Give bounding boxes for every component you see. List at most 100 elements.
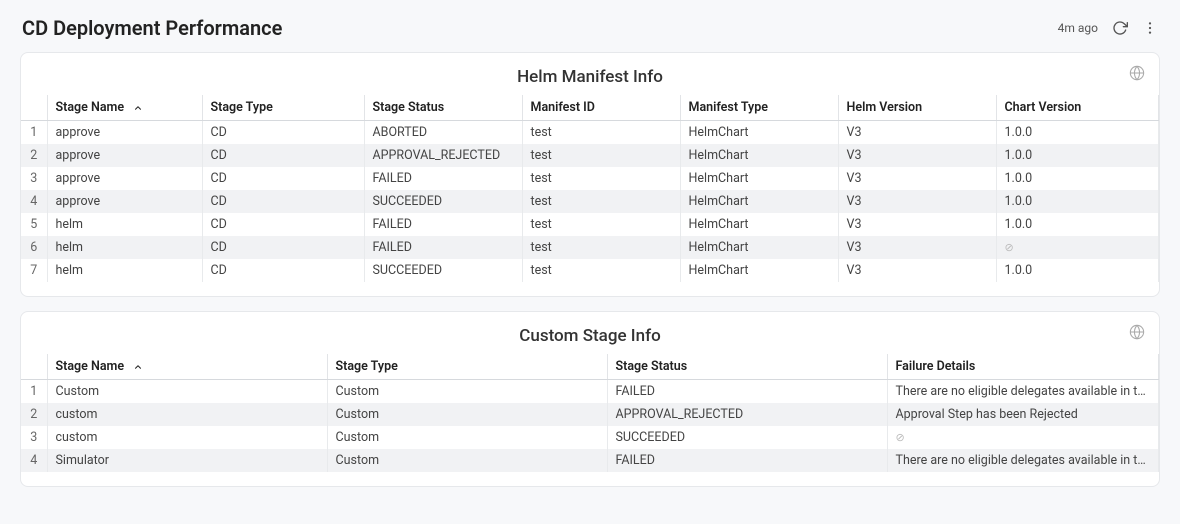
table-cell: FAILED <box>364 236 522 259</box>
table-cell: Custom <box>327 380 607 404</box>
table-cell: V3 <box>838 190 996 213</box>
table-cell: ⊘ <box>996 236 1159 259</box>
table-cell: Approval Step has been Rejected <box>887 403 1159 426</box>
table-cell: HelmChart <box>680 167 838 190</box>
column-chart-version[interactable]: Chart Version <box>996 95 1159 121</box>
table-cell: Custom <box>327 403 607 426</box>
table-cell: test <box>522 190 680 213</box>
table-row[interactable]: 1CustomCustomFAILEDThere are no eligible… <box>21 380 1159 404</box>
table-cell: Custom <box>327 449 607 472</box>
table-cell: HelmChart <box>680 121 838 145</box>
table-cell: V3 <box>838 144 996 167</box>
table-cell: approve <box>47 190 202 213</box>
refresh-icon[interactable] <box>1112 20 1128 36</box>
helm-table: Stage Name Stage Type Stage Status Manif… <box>21 95 1159 282</box>
table-cell: V3 <box>838 236 996 259</box>
table-cell: 1.0.0 <box>996 259 1159 282</box>
table-cell: FAILED <box>607 380 887 404</box>
custom-table: Stage Name Stage Type Stage Status Failu… <box>21 354 1159 472</box>
table-cell: test <box>522 213 680 236</box>
column-rownum[interactable] <box>21 354 47 380</box>
table-cell: FAILED <box>364 167 522 190</box>
table-cell: SUCCEEDED <box>607 426 887 449</box>
column-failure-details[interactable]: Failure Details <box>887 354 1159 380</box>
table-cell: 2 <box>21 144 47 167</box>
table-row[interactable]: 6helmCDFAILEDtestHelmChartV3⊘ <box>21 236 1159 259</box>
timestamp: 4m ago <box>1058 21 1098 35</box>
sort-asc-icon <box>133 103 143 113</box>
table-cell: V3 <box>838 213 996 236</box>
table-cell: test <box>522 259 680 282</box>
table-row[interactable]: 4approveCDSUCCEEDEDtestHelmChartV31.0.0 <box>21 190 1159 213</box>
table-cell: Custom <box>47 380 327 404</box>
table-cell: SUCCEEDED <box>364 259 522 282</box>
table-row[interactable]: 2approveCDAPPROVAL_REJECTEDtestHelmChart… <box>21 144 1159 167</box>
table-row[interactable]: 3approveCDFAILEDtestHelmChartV31.0.0 <box>21 167 1159 190</box>
table-cell: CD <box>202 213 364 236</box>
table-cell: APPROVAL_REJECTED <box>364 144 522 167</box>
column-helm-version[interactable]: Helm Version <box>838 95 996 121</box>
table-cell: test <box>522 167 680 190</box>
table-cell: ABORTED <box>364 121 522 145</box>
column-stage-status[interactable]: Stage Status <box>364 95 522 121</box>
table-cell: HelmChart <box>680 236 838 259</box>
globe-icon[interactable] <box>1129 324 1145 340</box>
table-cell: CD <box>202 190 364 213</box>
table-row[interactable]: 5helmCDFAILEDtestHelmChartV31.0.0 <box>21 213 1159 236</box>
table-cell: APPROVAL_REJECTED <box>607 403 887 426</box>
table-cell: HelmChart <box>680 190 838 213</box>
table-row[interactable]: 3customCustomSUCCEEDED⊘ <box>21 426 1159 449</box>
table-row[interactable]: 4SimulatorCustomFAILEDThere are no eligi… <box>21 449 1159 472</box>
column-stage-status[interactable]: Stage Status <box>607 354 887 380</box>
column-manifest-id[interactable]: Manifest ID <box>522 95 680 121</box>
panel-title: Helm Manifest Info <box>517 67 663 87</box>
table-cell: CD <box>202 236 364 259</box>
table-cell: Simulator <box>47 449 327 472</box>
panel-helm-manifest-info: Helm Manifest Info Stage Name Stage Type… <box>20 52 1160 297</box>
column-stage-name[interactable]: Stage Name <box>47 95 202 121</box>
table-cell: helm <box>47 259 202 282</box>
table-cell: CD <box>202 259 364 282</box>
table-cell: There are no eligible delegates availabl… <box>887 449 1159 472</box>
column-rownum[interactable] <box>21 95 47 121</box>
table-row[interactable]: 2customCustomAPPROVAL_REJECTEDApproval S… <box>21 403 1159 426</box>
globe-icon[interactable] <box>1129 65 1145 81</box>
table-cell: CD <box>202 121 364 145</box>
table-cell: ⊘ <box>887 426 1159 449</box>
page-header: CD Deployment Performance 4m ago <box>20 12 1160 52</box>
table-cell: test <box>522 144 680 167</box>
table-cell: 1 <box>21 121 47 145</box>
table-cell: SUCCEEDED <box>364 190 522 213</box>
table-cell: 2 <box>21 403 47 426</box>
panel-title: Custom Stage Info <box>519 326 660 346</box>
sort-asc-icon <box>133 362 143 372</box>
table-cell: test <box>522 236 680 259</box>
table-cell: 1.0.0 <box>996 144 1159 167</box>
table-cell: V3 <box>838 259 996 282</box>
table-row[interactable]: 1approveCDABORTEDtestHelmChartV31.0.0 <box>21 121 1159 145</box>
table-header-row: Stage Name Stage Type Stage Status Manif… <box>21 95 1159 121</box>
column-stage-name[interactable]: Stage Name <box>47 354 327 380</box>
table-cell: V3 <box>838 167 996 190</box>
table-cell: 4 <box>21 449 47 472</box>
table-cell: 5 <box>21 213 47 236</box>
column-label: Stage Name <box>56 100 125 115</box>
table-cell: HelmChart <box>680 213 838 236</box>
table-cell: 1.0.0 <box>996 167 1159 190</box>
table-cell: 7 <box>21 259 47 282</box>
table-cell: 1 <box>21 380 47 404</box>
table-cell: 4 <box>21 190 47 213</box>
table-cell: helm <box>47 236 202 259</box>
table-cell: custom <box>47 426 327 449</box>
more-icon[interactable] <box>1142 20 1158 36</box>
header-controls: 4m ago <box>1058 20 1158 36</box>
table-cell: HelmChart <box>680 259 838 282</box>
table-cell: custom <box>47 403 327 426</box>
column-stage-type[interactable]: Stage Type <box>327 354 607 380</box>
column-stage-type[interactable]: Stage Type <box>202 95 364 121</box>
column-manifest-type[interactable]: Manifest Type <box>680 95 838 121</box>
table-row[interactable]: 7helmCDSUCCEEDEDtestHelmChartV31.0.0 <box>21 259 1159 282</box>
table-cell: Custom <box>327 426 607 449</box>
table-cell: HelmChart <box>680 144 838 167</box>
table-cell: approve <box>47 144 202 167</box>
